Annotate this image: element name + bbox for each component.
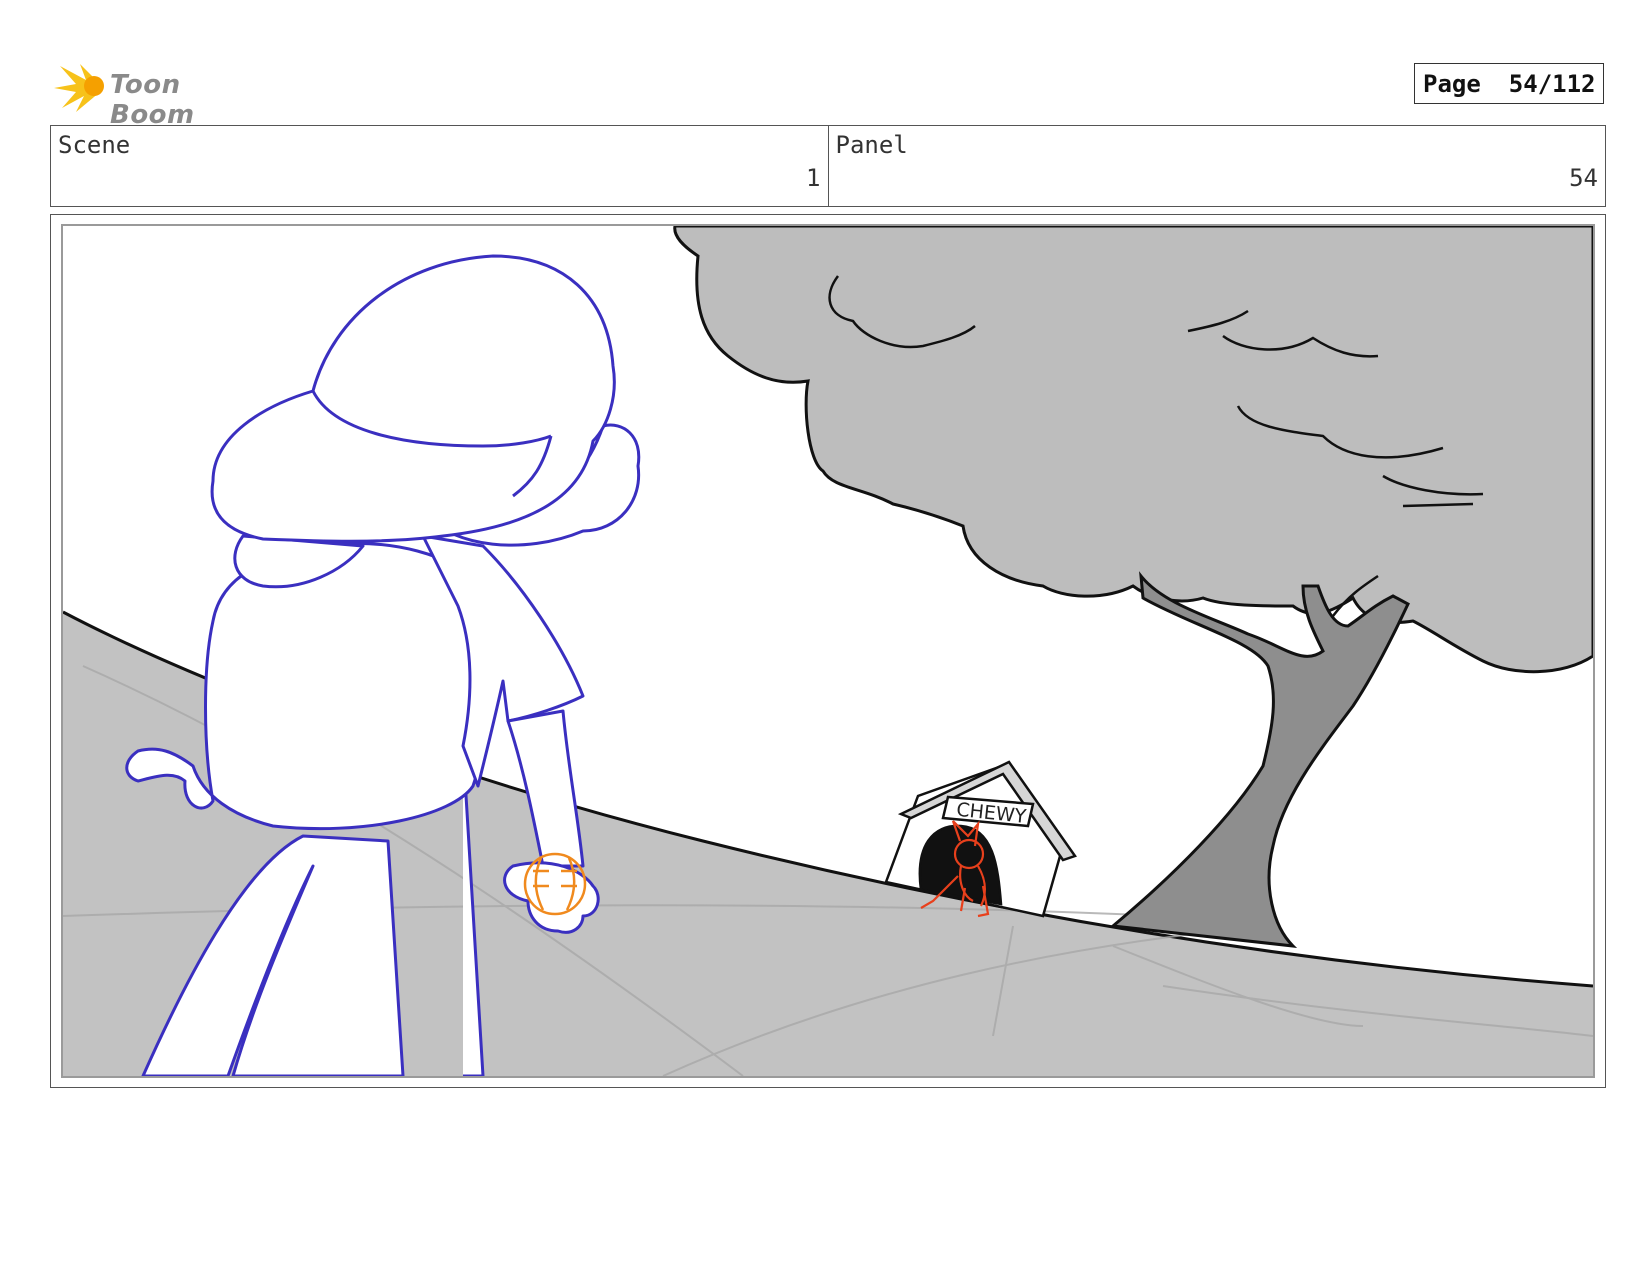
tree-foliage: [673, 226, 1593, 674]
storyboard-drawing: CHEWY: [63, 226, 1593, 1076]
toon-boom-logo: Toon Boom: [54, 58, 264, 130]
storyboard-panel: CHEWY: [50, 214, 1606, 1088]
scene-number: 1: [806, 164, 821, 192]
panel-label: Panel: [835, 131, 908, 159]
panel-number: 54: [1569, 164, 1598, 192]
logo-text: Toon Boom: [110, 70, 195, 130]
panel-artwork: CHEWY: [61, 224, 1595, 1078]
scene-label: Scene: [58, 131, 131, 159]
starburst-icon: [54, 64, 104, 112]
page-number: 54/112: [1508, 69, 1596, 98]
cap: [210, 254, 616, 543]
scene-cell: Scene 1: [51, 126, 828, 206]
tree-trunk: [1109, 571, 1410, 948]
scene-panel-header: Scene 1 Panel 54: [50, 125, 1606, 207]
panel-cell: Panel 54: [827, 126, 1606, 206]
page-label: Page: [1423, 69, 1481, 98]
page-indicator: Page 54/112: [1414, 63, 1604, 104]
